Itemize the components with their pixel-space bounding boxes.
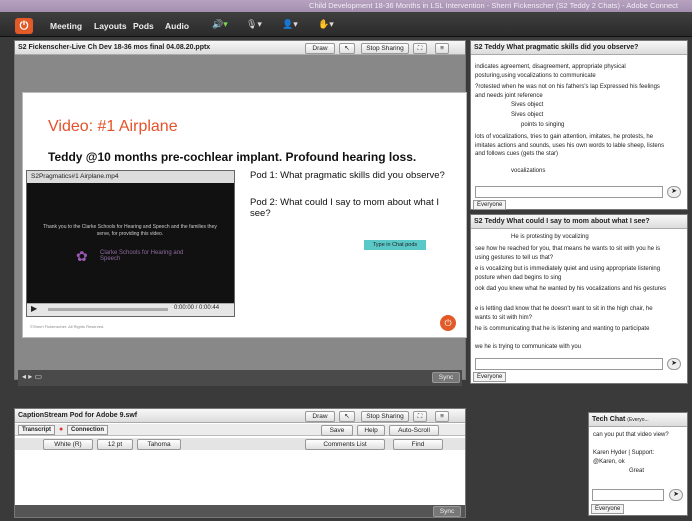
chat-message: indicates agreement, disagreement, appro…	[475, 64, 626, 79]
caption-stop-sharing-button[interactable]: Stop Sharing	[361, 411, 409, 422]
chat-message: lots of vocalizations, tries to gain att…	[475, 134, 665, 157]
tech-message: can you put that video view?	[593, 432, 669, 438]
chat-message: we he is trying to communicate with you	[475, 344, 582, 350]
caption-menu-icon[interactable]: ≡	[435, 411, 449, 422]
chat-message: e is letting dad know that he doesn't wa…	[475, 306, 653, 321]
tech-tab[interactable]: Everyone	[591, 504, 625, 514]
tech-input[interactable]	[592, 489, 664, 501]
chat2-input[interactable]	[475, 358, 663, 370]
caption-pointer-icon[interactable]: ↖	[339, 411, 355, 422]
tech-title-extra: (Everyo...	[627, 417, 649, 423]
menu-meeting[interactable]: Meeting	[50, 21, 82, 31]
record-icon: ●	[59, 426, 64, 433]
caption-draw-button[interactable]: Draw	[305, 411, 335, 422]
chat-pod-2: S2 Teddy What could I say to mom about w…	[470, 214, 688, 384]
clarke-logo-icon: ✿	[76, 248, 88, 264]
chat-message: Sives object	[511, 112, 544, 118]
slide-subtitle: Teddy @10 months pre-cochlear implant. P…	[48, 150, 417, 164]
chat-hint: Type in Chat pods	[364, 240, 426, 250]
tech-message: Karen Hyder | Support: @Karen, ok	[593, 450, 655, 465]
chat-pod-1: S2 Teddy What pragmatic skills did you o…	[470, 40, 688, 210]
user-icon[interactable]: 👤▾	[282, 19, 298, 30]
menu-layouts[interactable]: Layouts	[94, 21, 127, 31]
pod2-question: Pod 2: What could I say to mom about wha…	[250, 197, 440, 219]
chat2-tab[interactable]: Everyone	[473, 372, 507, 382]
caption-sync-button[interactable]: Sync	[433, 506, 461, 517]
video-title: S2Pragmatics#1 Airplane.mp4	[27, 171, 234, 183]
color-select[interactable]: White (R)	[43, 439, 93, 450]
play-icon[interactable]: ▶	[31, 304, 37, 313]
connection-tab[interactable]: Connection	[67, 425, 108, 435]
comments-list[interactable]: Comments List	[305, 439, 385, 450]
speaker-icon[interactable]: 🔊▾	[212, 19, 228, 30]
window-title: Child Development 18-36 Months in LSL In…	[309, 1, 678, 10]
video-player[interactable]	[26, 170, 235, 317]
slide-title: Video: #1 Airplane	[48, 118, 178, 135]
stop-sharing-button[interactable]: Stop Sharing	[361, 43, 409, 54]
adobe-power-icon: ⏻	[440, 315, 456, 331]
chat-message: Sives object	[511, 102, 544, 108]
caption-fullscreen-icon[interactable]: ⛶	[413, 411, 427, 422]
chat-message: ?rotested when he was not on his fathers…	[475, 84, 660, 99]
chat-message: e is vocalizing but is immediately quiet…	[475, 266, 661, 281]
chat-message: ook dad you knew what he wanted by his v…	[475, 286, 667, 292]
chat-message: vocalizations	[511, 168, 546, 174]
size-select[interactable]: 12 pt	[97, 439, 133, 450]
tech-title-text: Tech Chat	[592, 416, 626, 423]
chat1-send-icon[interactable]: ➤	[667, 186, 681, 198]
menu-pods[interactable]: Pods	[133, 21, 154, 31]
chat-message: points to singing	[521, 122, 565, 128]
fullscreen-icon[interactable]: ⛶	[413, 43, 427, 54]
caption-pod: CaptionStream Pod for Adobe 9.swf Draw ↖…	[14, 408, 466, 518]
tech-chat-pod: Tech Chat (Everyo... can you put that vi…	[588, 412, 688, 516]
video-thanks: Thank you to the Clarke Schools for Hear…	[43, 224, 217, 237]
clarke-logo-text: Clarke Schools for Hearing and Speech	[100, 250, 184, 262]
nav-arrows-icon[interactable]: ◂ ▸ ▭	[22, 372, 42, 381]
pointer-icon[interactable]: ↖	[339, 43, 355, 54]
tech-send-icon[interactable]: ➤	[669, 489, 683, 501]
power-icon[interactable]: ⏻	[15, 18, 33, 34]
chat-message: he is communicating that he is listening…	[475, 326, 650, 332]
chat1-title: S2 Teddy What pragmatic skills did you o…	[471, 41, 687, 55]
tech-chat-title: Tech Chat (Everyo...	[589, 413, 687, 427]
font-select[interactable]: Tahoma	[137, 439, 181, 450]
autoscroll-checkbox[interactable]: Auto-Scroll	[389, 425, 439, 436]
draw-button[interactable]: Draw	[305, 43, 335, 54]
chat-message: see how he reached for you, that means h…	[475, 246, 661, 261]
menu-audio[interactable]: Audio	[165, 21, 189, 31]
sync-button[interactable]: Sync	[432, 372, 460, 383]
mic-icon[interactable]: 🎙▾	[246, 19, 262, 30]
chat1-tab[interactable]: Everyone	[473, 200, 507, 210]
tech-message: Great	[629, 468, 645, 474]
slide-footer: ©Sherri Fickenscher. All Rights Reserved…	[30, 324, 105, 329]
chat1-messages: indicates agreement, disagreement, appro…	[471, 55, 687, 183]
pod-menu-icon[interactable]: ≡	[435, 43, 449, 54]
chat2-send-icon[interactable]: ➤	[667, 358, 681, 370]
share-pod-footer	[18, 370, 462, 386]
save-button[interactable]: Save	[321, 425, 353, 436]
help-button[interactable]: Help	[357, 425, 385, 436]
video-time: 0:00:00 / 0:00:44	[174, 305, 220, 311]
chat-message: He is protesting by vocalizing	[511, 234, 589, 240]
pod1-question: Pod 1: What pragmatic skills did you obs…	[250, 170, 445, 181]
find-input[interactable]: Find	[393, 439, 443, 450]
chat1-input[interactable]	[475, 186, 663, 198]
caption-footer	[15, 505, 465, 517]
raise-hand-icon[interactable]: ✋▾	[318, 19, 334, 30]
video-progress[interactable]	[48, 308, 168, 311]
window-titlebar: Child Development 18-36 Months in LSL In…	[0, 0, 692, 12]
transcript-tab[interactable]: Transcript	[18, 425, 56, 435]
chat2-title: S2 Teddy What could I say to mom about w…	[471, 215, 687, 229]
